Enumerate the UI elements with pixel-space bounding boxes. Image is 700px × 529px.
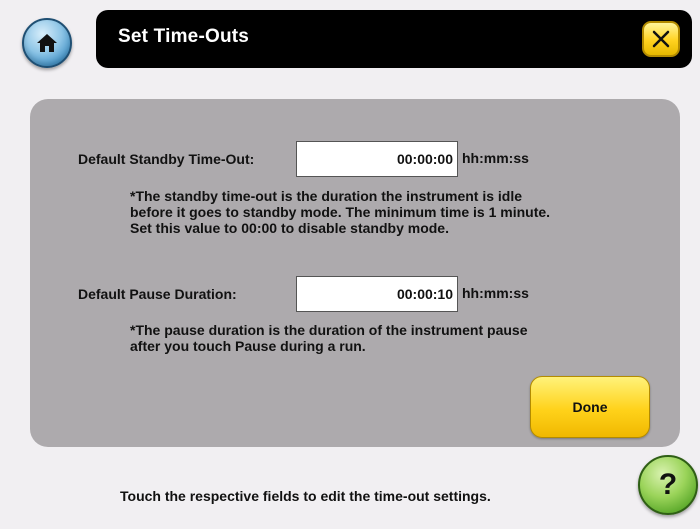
standby-timeout-note: *The standby time-out is the duration th… [130,188,550,236]
done-button[interactable]: Done [530,376,650,438]
help-button[interactable]: ? [638,455,698,515]
standby-timeout-label: Default Standby Time-Out: [78,151,255,167]
title-bar: Set Time-Outs [96,10,692,68]
standby-note-line: before it goes to standby mode. The mini… [130,204,551,220]
standby-timeout-unit: hh:mm:ss [462,150,529,166]
close-button[interactable] [642,21,680,57]
standby-note-line: *The standby time-out is the duration th… [130,188,523,204]
standby-note-line: Set this value to 00:00 to disable stand… [130,220,449,236]
home-button[interactable] [22,18,72,68]
pause-duration-label: Default Pause Duration: [78,286,237,302]
pause-note-line: *The pause duration is the duration of t… [130,322,528,338]
home-icon [37,34,57,52]
pause-duration-unit: hh:mm:ss [462,285,529,301]
pause-note-line: after you touch Pause during a run. [130,338,366,354]
help-icon: ? [658,468,678,501]
page-title: Set Time-Outs [118,26,250,47]
pause-duration-note: *The pause duration is the duration of t… [130,322,527,354]
standby-timeout-field[interactable]: 00:00:00 [296,141,458,177]
pause-duration-field[interactable]: 00:00:10 [296,276,458,312]
footer-instruction: Touch the respective fields to edit the … [120,488,491,504]
close-icon [652,30,670,48]
settings-panel: Default Standby Time-Out: 00:00:00 hh:mm… [30,99,680,447]
